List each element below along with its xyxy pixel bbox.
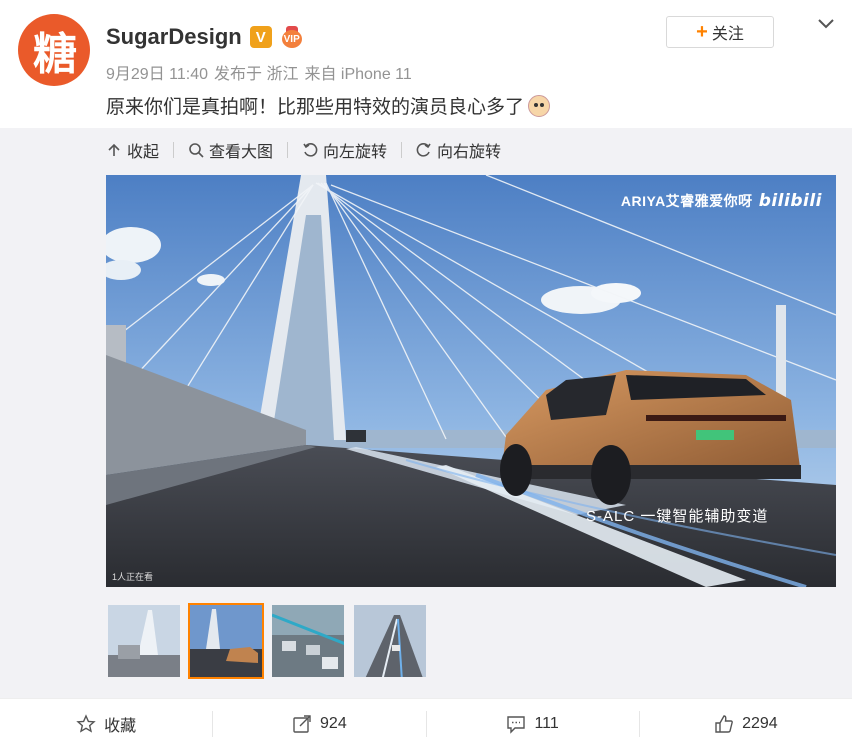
thumbnail-2[interactable] [188, 603, 264, 679]
star-icon [76, 713, 96, 733]
verified-badge-icon: V [249, 26, 272, 48]
search-icon [189, 143, 204, 158]
repost-button[interactable]: 924 [212, 710, 425, 737]
favorite-button[interactable]: 收藏 [0, 711, 212, 737]
action-bar: 收藏 924 111 2294 [0, 698, 852, 748]
toolbar-divider [173, 142, 175, 158]
viewer-count: 1人正在看 [112, 572, 154, 582]
rotate-right-icon [416, 143, 431, 157]
plus-icon: + [696, 21, 708, 43]
post-header: 糖 SugarDesign V VIP 9月29日 11:40 发布于 浙江 来… [0, 0, 852, 128]
thumbnail-4[interactable] [352, 603, 428, 679]
rotate-right-button[interactable]: 向右旋转 [416, 138, 515, 162]
thumbnail-1[interactable] [106, 603, 182, 679]
thumbnail-3[interactable] [270, 603, 346, 679]
bilibili-logo: bilibili [758, 191, 822, 211]
rotate-left-icon [303, 143, 318, 157]
video-subtitle: S-ALC 一键智能辅助变道 [586, 508, 769, 525]
rotate-left-label: 向左旋转 [323, 144, 388, 161]
rotate-right-label: 向右旋转 [437, 144, 502, 161]
view-large-button[interactable]: 查看大图 [188, 138, 287, 162]
post-location: 发布于 浙江 [214, 66, 299, 83]
chevron-down-icon[interactable] [816, 14, 836, 34]
image-toolbar: 收起 查看大图 向左旋转 向右旋转 [106, 138, 515, 162]
comment-count: 111 [534, 714, 559, 732]
repost-icon [293, 714, 311, 733]
repost-count: 924 [320, 714, 347, 732]
follow-label: 关注 [711, 26, 744, 43]
post-body: 原来你们是真拍啊！比那些用特效的演员良心多了 [106, 97, 525, 118]
watermark-text: ARIYA艾睿雅爱你呀 [620, 193, 753, 209]
follow-button[interactable]: + 关注 [666, 16, 774, 48]
like-button[interactable]: 2294 [638, 710, 852, 737]
thumbnail-strip [106, 603, 428, 679]
view-large-label: 查看大图 [209, 144, 274, 161]
post-date[interactable]: 9月29日 11:40 [106, 60, 208, 84]
comment-icon [507, 715, 526, 734]
toolbar-divider [401, 142, 403, 158]
collapse-icon [108, 143, 120, 156]
favorite-label: 收藏 [104, 717, 137, 735]
toolbar-divider [287, 142, 289, 158]
post-text: 原来你们是真拍啊！比那些用特效的演员良心多了 [106, 92, 551, 119]
emoji-icon [528, 94, 551, 117]
avatar[interactable]: 糖 [18, 14, 90, 86]
like-count: 2294 [742, 714, 778, 732]
image-watermark: ARIYA艾睿雅爱你呀 bilibili [621, 191, 822, 211]
name-row: SugarDesign V VIP [106, 24, 304, 50]
medal-icon: VIP [280, 26, 304, 48]
post-device: 来自 iPhone 11 [304, 66, 412, 83]
comment-button[interactable]: 111 [425, 710, 639, 737]
thumbs-up-icon [715, 714, 733, 733]
media-area: 收起 查看大图 向左旋转 向右旋转 ARIYA艾睿雅爱你呀 bilibili S… [0, 128, 852, 698]
post-meta: 9月29日 11:40 发布于 浙江 来自 iPhone 11 [106, 60, 412, 84]
main-image[interactable]: ARIYA艾睿雅爱你呀 bilibili S-ALC 一键智能辅助变道 1人正在… [106, 175, 836, 587]
collapse-button[interactable]: 收起 [106, 138, 173, 162]
username[interactable]: SugarDesign [106, 24, 242, 50]
collapse-label: 收起 [127, 144, 160, 161]
rotate-left-button[interactable]: 向左旋转 [302, 138, 401, 162]
